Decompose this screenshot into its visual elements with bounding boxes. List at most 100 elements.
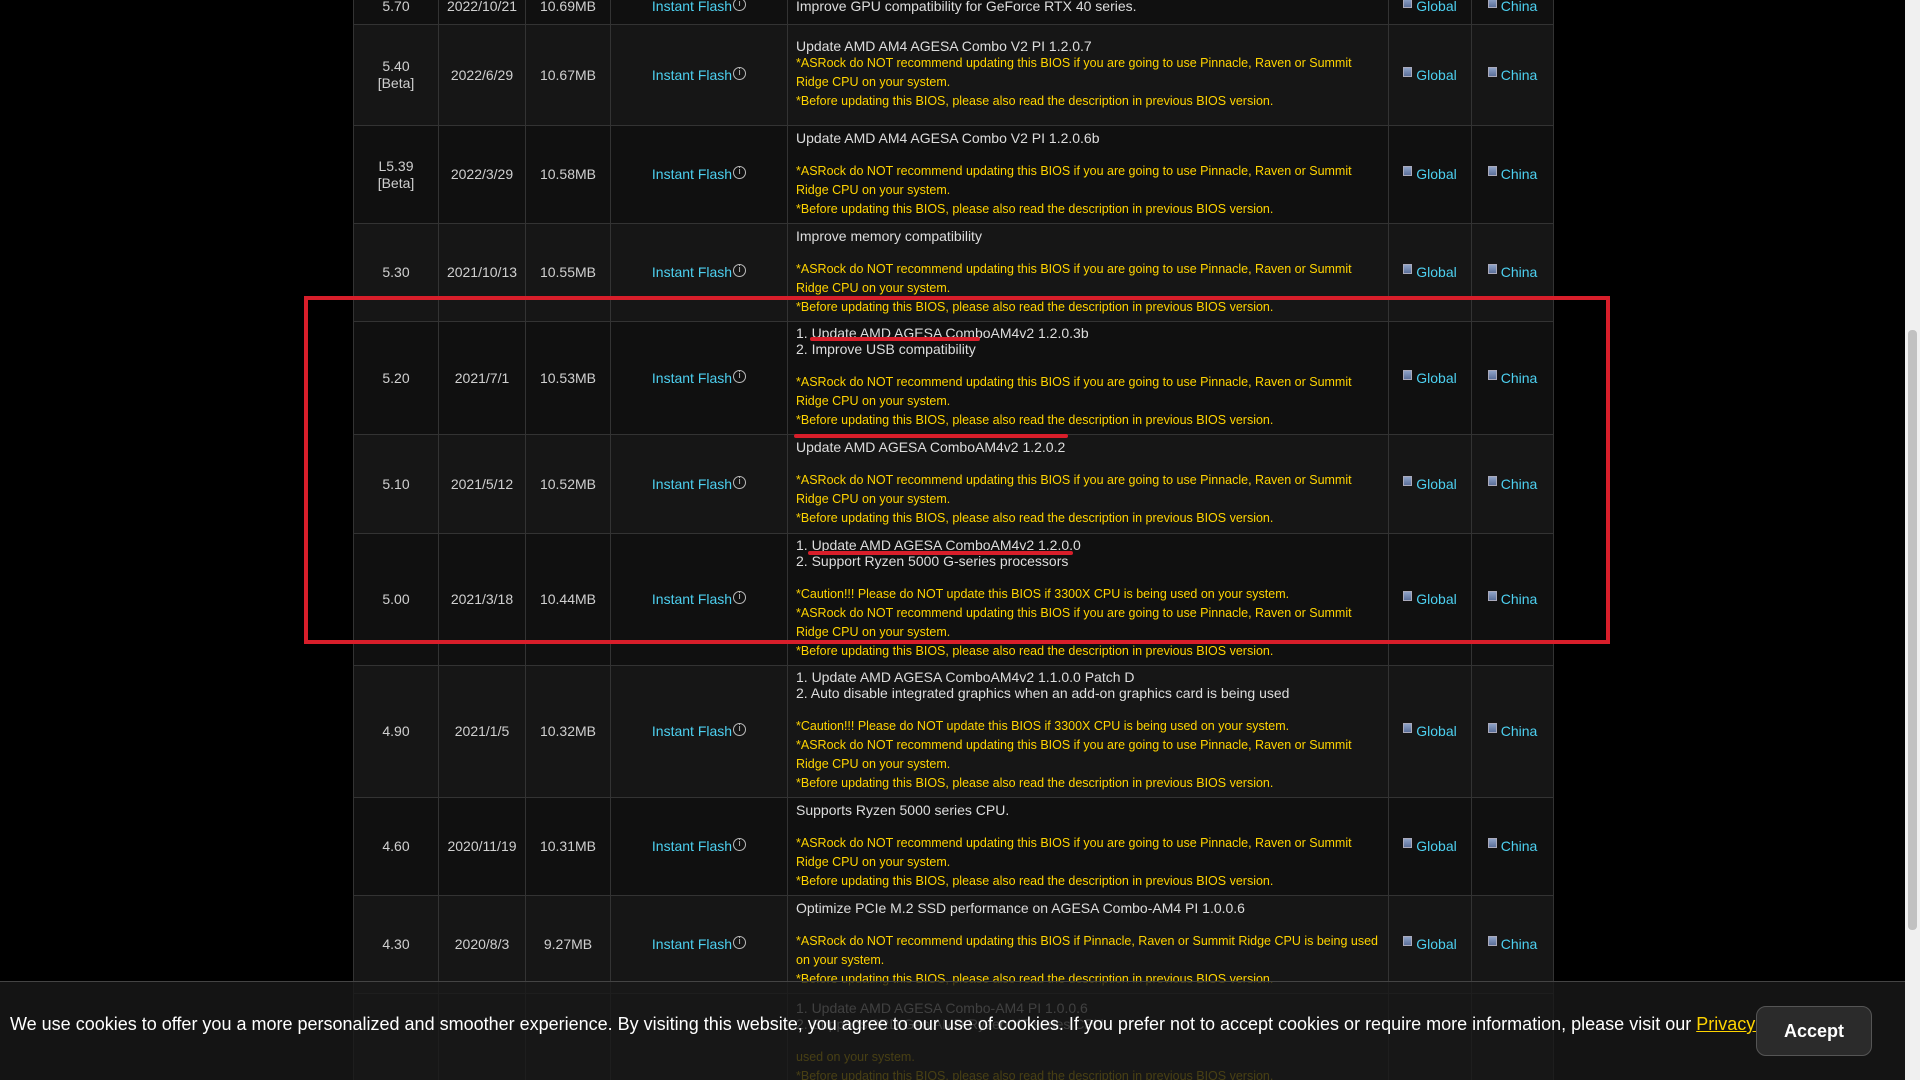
update-method-cell: Instant Flash i <box>610 533 788 666</box>
download-china-cell: China <box>1471 0 1554 25</box>
download-china-link[interactable]: China <box>1501 264 1538 280</box>
download-global-link[interactable]: Global <box>1416 166 1456 182</box>
download-global-link[interactable]: Global <box>1416 476 1456 492</box>
bios-date: 2021/3/18 <box>438 533 526 666</box>
bios-description-line: 2. Improve USB compatibility <box>796 341 976 357</box>
bios-description: Improve GPU compatibility for GeForce RT… <box>787 0 1389 25</box>
instant-flash-link[interactable]: Instant Flash <box>652 936 732 952</box>
bios-date: 2022/10/21 <box>438 0 526 25</box>
instant-flash-link[interactable]: Instant Flash <box>652 67 732 83</box>
download-global-cell: Global <box>1388 125 1472 224</box>
download-global-link[interactable]: Global <box>1416 936 1456 952</box>
download-icon <box>1403 838 1413 848</box>
bios-version: 5.70 <box>353 0 439 25</box>
bios-description: Update AMD AGESA ComboAM4v2 1.2.0.2 *ASRo… <box>787 434 1389 534</box>
download-china-link[interactable]: China <box>1501 370 1538 386</box>
scrollbar-thumb[interactable] <box>1908 330 1917 930</box>
info-icon[interactable]: i <box>733 591 747 604</box>
download-icon <box>1487 166 1497 176</box>
download-icon <box>1487 591 1497 601</box>
bios-warning-note: *ASRock do NOT recommend updating this B… <box>796 473 1352 506</box>
download-global-link[interactable]: Global <box>1416 838 1456 854</box>
underline-annotation <box>808 551 1073 555</box>
download-china-cell: China <box>1471 533 1554 666</box>
download-china-link[interactable]: China <box>1501 591 1538 607</box>
download-global-cell: Global <box>1388 223 1472 322</box>
cookie-banner: We use cookies to offer you a more perso… <box>0 981 1905 1080</box>
bios-size: 10.52MB <box>525 434 611 534</box>
underline-annotation <box>794 434 1068 438</box>
bios-size: 10.67MB <box>525 24 611 126</box>
bios-size: 10.31MB <box>525 797 611 896</box>
update-method-cell: Instant Flash i <box>610 0 788 25</box>
download-icon <box>1403 66 1413 77</box>
download-china-link[interactable]: China <box>1501 67 1538 83</box>
instant-flash-link[interactable]: Instant Flash <box>652 0 732 14</box>
vertical-scrollbar[interactable] <box>1905 0 1920 1080</box>
download-china-cell: China <box>1471 321 1554 435</box>
download-global-cell: Global <box>1388 434 1472 534</box>
download-china-cell: China <box>1471 665 1554 798</box>
instant-flash-link[interactable]: Instant Flash <box>652 370 732 386</box>
instant-flash-link[interactable]: Instant Flash <box>652 591 732 607</box>
download-icon <box>1487 0 1497 8</box>
update-method-cell: Instant Flash i <box>610 223 788 322</box>
download-china-link[interactable]: China <box>1501 166 1538 182</box>
bios-description: Supports Ryzen 5000 series CPU. *ASRock d… <box>787 797 1389 896</box>
instant-flash-link[interactable]: Instant Flash <box>652 838 732 854</box>
bios-description-line: 2. Support Ryzen 5000 G-series processor… <box>796 553 1069 569</box>
download-icon <box>1403 0 1413 8</box>
download-global-link[interactable]: Global <box>1416 0 1456 14</box>
info-icon[interactable]: i <box>733 369 747 383</box>
info-icon[interactable]: i <box>733 166 747 179</box>
download-china-link[interactable]: China <box>1501 838 1538 854</box>
bios-version: 4.60 <box>353 797 439 896</box>
download-china-cell: China <box>1471 24 1554 126</box>
bios-size: 10.69MB <box>525 0 611 25</box>
download-global-link[interactable]: Global <box>1416 67 1456 83</box>
instant-flash-link[interactable]: Instant Flash <box>652 723 732 739</box>
bios-warning-note: *ASRock do NOT recommend updating this B… <box>796 261 1352 295</box>
info-icon[interactable]: i <box>733 0 747 11</box>
bios-warning-note: *Caution!!! Please do NOT update this BI… <box>796 587 1290 601</box>
bios-warning-note: *Before updating this BIOS, please also … <box>796 201 1274 216</box>
bios-warning-note: *ASRock do NOT recommend updating this B… <box>796 738 1352 771</box>
info-icon[interactable]: i <box>733 66 747 80</box>
bios-description-line: Improve memory compatibility <box>796 227 982 244</box>
download-global-link[interactable]: Global <box>1416 370 1456 386</box>
bios-description: 1. Update AMD AGESA ComboAM4v2 1.1.0.0 P… <box>787 665 1389 798</box>
bios-warning-note: *Before updating this BIOS, please also … <box>796 299 1274 314</box>
instant-flash-link[interactable]: Instant Flash <box>652 264 732 280</box>
download-china-cell: China <box>1471 797 1554 896</box>
info-icon[interactable]: i <box>733 723 747 736</box>
bios-date: 2022/3/29 <box>438 125 526 224</box>
underline-annotation <box>810 337 980 341</box>
accept-cookies-button[interactable]: Accept <box>1756 1006 1872 1056</box>
info-icon[interactable]: i <box>733 936 747 949</box>
download-china-link[interactable]: China <box>1501 476 1538 492</box>
download-icon <box>1403 475 1413 486</box>
download-icon <box>1403 264 1413 274</box>
download-global-link[interactable]: Global <box>1416 264 1456 280</box>
download-global-link[interactable]: Global <box>1416 723 1456 739</box>
download-icon <box>1487 475 1497 486</box>
download-china-link[interactable]: China <box>1501 723 1538 739</box>
download-china-link[interactable]: China <box>1501 936 1538 952</box>
bios-warning-note: *Before updating this BIOS, please also … <box>796 413 1274 427</box>
bios-warning-note: *ASRock do NOT recommend updating this B… <box>796 56 1352 89</box>
page-content: 5.70 2022/10/21 10.69MB Instant Flash i Impro… <box>0 0 1905 1080</box>
download-global-link[interactable]: Global <box>1416 591 1456 607</box>
bios-warning-note: *Before updating this BIOS, please also … <box>796 776 1274 790</box>
info-icon[interactable]: i <box>733 264 747 277</box>
instant-flash-link[interactable]: Instant Flash <box>652 166 732 182</box>
bios-warning-note: *Before updating this BIOS, please also … <box>796 873 1274 888</box>
instant-flash-link[interactable]: Instant Flash <box>652 476 732 492</box>
bios-size: 10.53MB <box>525 321 611 435</box>
bios-description-line: 2. Auto disable integrated graphics when… <box>796 685 1290 701</box>
info-icon[interactable]: i <box>733 838 747 851</box>
bios-size: 10.58MB <box>525 125 611 224</box>
bios-row: 4.60 2020/11/19 10.31MB Instant Flash i Suppo… <box>353 797 1554 896</box>
download-china-link[interactable]: China <box>1501 0 1538 14</box>
download-icon <box>1487 264 1497 274</box>
info-icon[interactable]: i <box>733 475 747 489</box>
